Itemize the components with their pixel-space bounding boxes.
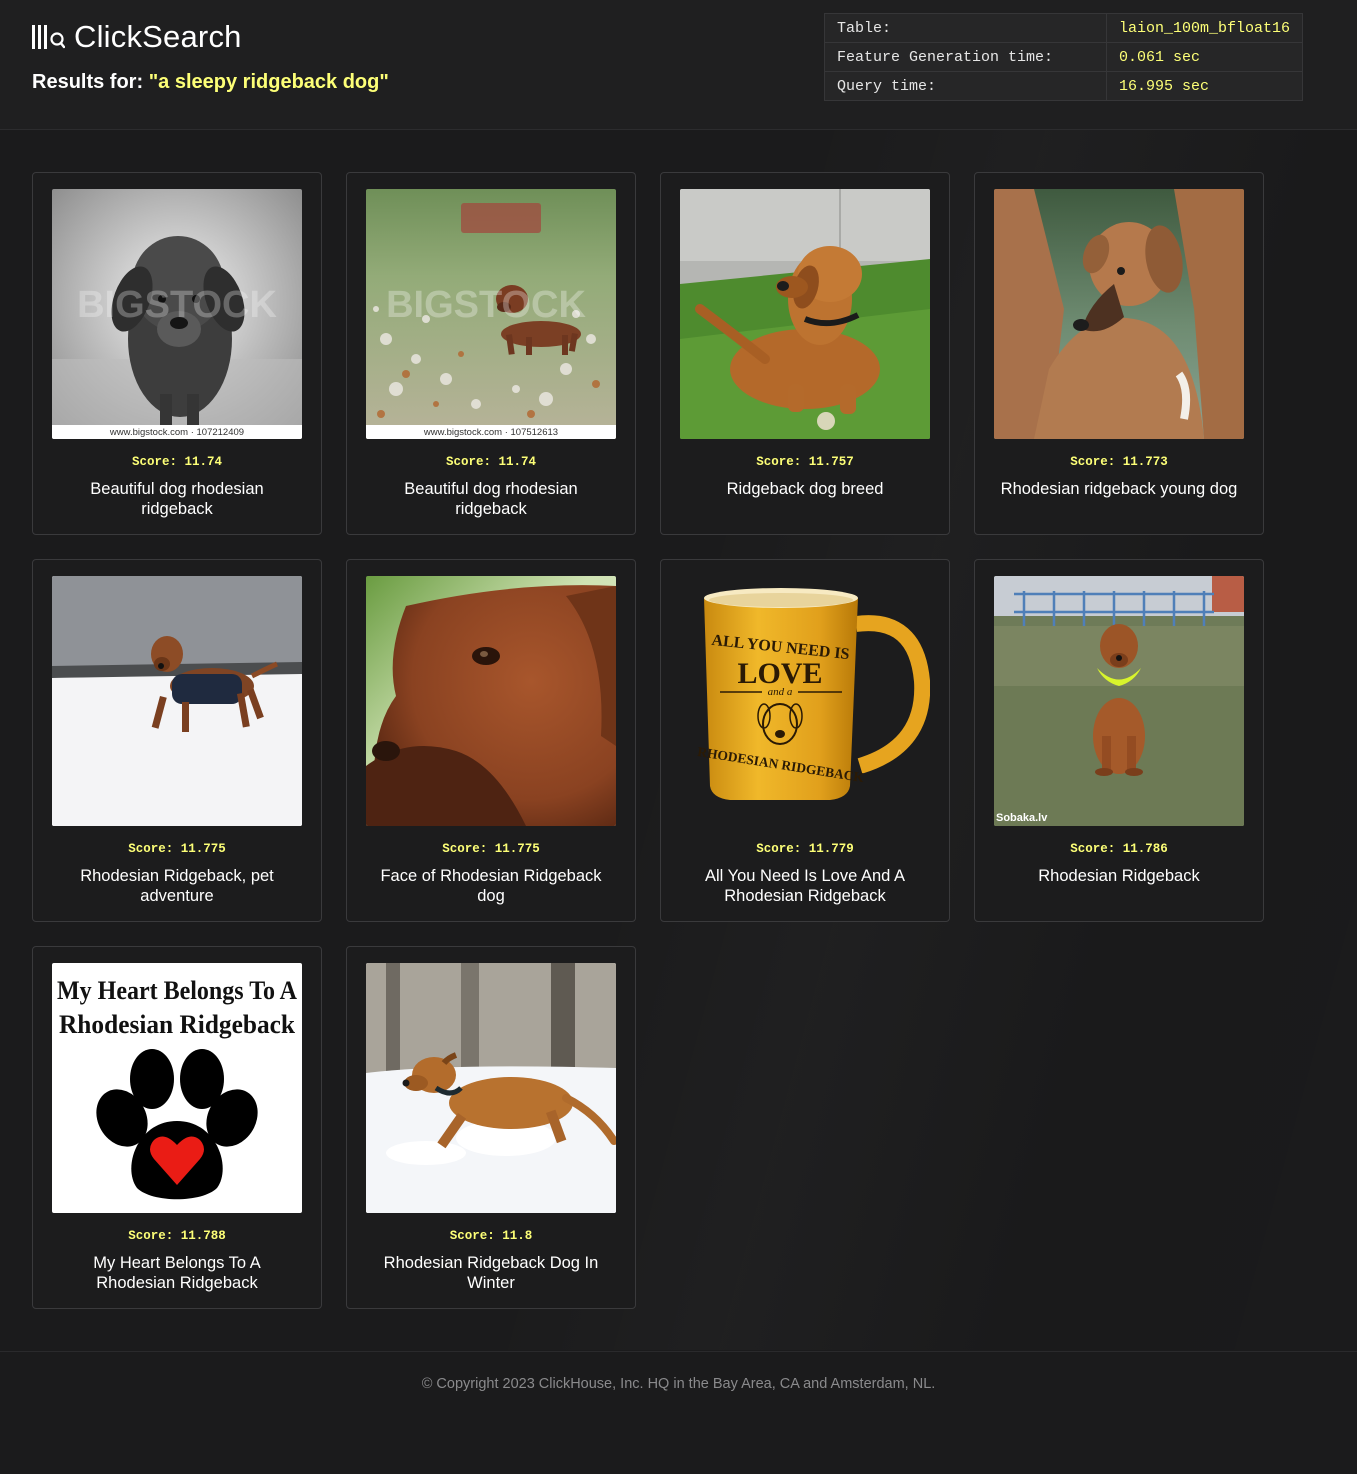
result-caption[interactable]: Beautiful dog rhodesian ridgeback: [55, 479, 299, 519]
result-card[interactable]: ALL YOU NEED IS LOVE and a RHODESIAN RID…: [660, 559, 950, 922]
result-image-puppy-in-field[interactable]: BIGSTOCK www.bigstock.com · 107512613: [366, 189, 616, 439]
result-image-dog-in-snow[interactable]: [52, 576, 302, 826]
result-card[interactable]: Score: 11.8 Rhodesian Ridgeback Dog In W…: [346, 946, 636, 1309]
stats-label: Query time:: [824, 71, 1107, 101]
result-score: Score: 11.786: [1070, 842, 1168, 856]
result-image-bw-puppy[interactable]: BIGSTOCK www.bigstock.com · 107212409: [52, 189, 302, 439]
stats-value: 0.061 sec: [1105, 42, 1304, 72]
result-image-paw-heart[interactable]: My Heart Belongs To A Rhodesian Ridgebac…: [52, 963, 302, 1213]
result-card[interactable]: Sobaka.lv Score: 11.786 Rhodesian Ridgeb…: [974, 559, 1264, 922]
result-image-young-dog[interactable]: [994, 189, 1244, 439]
app-logo[interactable]: ClickSearch: [31, 19, 242, 55]
result-image-dog-face-profile[interactable]: [366, 576, 616, 826]
result-score: Score: 11.788: [128, 1229, 226, 1243]
result-caption[interactable]: Face of Rhodesian Ridgeback dog: [369, 866, 613, 906]
results-prefix: Results for:: [32, 71, 144, 93]
result-score: Score: 11.74: [445, 455, 536, 469]
results-grid: BIGSTOCK www.bigstock.com · 107212409 Sc…: [32, 172, 1264, 1309]
result-caption[interactable]: All You Need Is Love And A Rhodesian Rid…: [683, 866, 927, 906]
result-score: Score: 11.757: [756, 455, 854, 469]
graphic-text-line2: Rhodesian Ridgeback: [59, 1010, 296, 1039]
result-caption[interactable]: Rhodesian Ridgeback: [997, 866, 1241, 886]
watermark-text: www.bigstock.com · 107512613: [423, 427, 558, 438]
result-caption[interactable]: Rhodesian ridgeback young dog: [997, 479, 1241, 499]
stats-label: Table:: [824, 13, 1107, 43]
result-image-dog-sitting-park[interactable]: Sobaka.lv: [994, 576, 1244, 826]
watermark-logo: BIGSTOCK: [386, 284, 586, 326]
result-image-yellow-mug[interactable]: ALL YOU NEED IS LOVE and a RHODESIAN RID…: [680, 576, 930, 826]
result-caption[interactable]: Beautiful dog rhodesian ridgeback: [369, 479, 613, 519]
result-card[interactable]: Score: 11.757 Ridgeback dog breed: [660, 172, 950, 535]
footer: © Copyright 2023 ClickHouse, Inc. HQ in …: [0, 1376, 1357, 1392]
result-card[interactable]: Score: 11.773 Rhodesian ridgeback young …: [974, 172, 1264, 535]
clickhouse-bars-search-icon: [31, 23, 65, 51]
stats-table: Table: laion_100m_bfloat16 Feature Gener…: [824, 13, 1304, 101]
result-card[interactable]: Score: 11.775 Rhodesian Ridgeback, pet a…: [32, 559, 322, 922]
result-card[interactable]: My Heart Belongs To A Rhodesian Ridgebac…: [32, 946, 322, 1309]
result-caption[interactable]: Ridgeback dog breed: [683, 479, 927, 499]
result-score: Score: 11.775: [442, 842, 540, 856]
result-image-dog-lying-grass[interactable]: [680, 189, 930, 439]
app-name: ClickSearch: [74, 19, 242, 54]
stats-row: Table: laion_100m_bfloat16: [824, 13, 1304, 43]
mug-text-line3: and a: [768, 686, 793, 698]
footer-divider: [0, 1351, 1357, 1352]
page-header: ClickSearch Results for: "a sleepy ridge…: [0, 0, 1357, 130]
watermark-text: www.bigstock.com · 107212409: [109, 427, 244, 438]
watermark-text: Sobaka.lv: [996, 812, 1048, 824]
stats-value: laion_100m_bfloat16: [1105, 13, 1304, 43]
result-score: Score: 11.779: [756, 842, 854, 856]
result-card[interactable]: BIGSTOCK www.bigstock.com · 107512613 Sc…: [346, 172, 636, 535]
graphic-text-line1: My Heart Belongs To A: [57, 976, 297, 1005]
stats-value: 16.995 sec: [1105, 71, 1304, 101]
stats-label: Feature Generation time:: [824, 42, 1107, 72]
result-caption[interactable]: My Heart Belongs To A Rhodesian Ridgebac…: [55, 1253, 299, 1293]
results-query: "a sleepy ridgeback dog": [148, 71, 389, 93]
stats-row: Query time: 16.995 sec: [824, 71, 1304, 101]
result-card[interactable]: Score: 11.775 Face of Rhodesian Ridgebac…: [346, 559, 636, 922]
result-score: Score: 11.8: [449, 1229, 533, 1243]
result-score: Score: 11.775: [128, 842, 226, 856]
result-caption[interactable]: Rhodesian Ridgeback Dog In Winter: [369, 1253, 613, 1293]
results-heading: Results for: "a sleepy ridgeback dog": [32, 71, 389, 94]
stats-row: Feature Generation time: 0.061 sec: [824, 42, 1304, 72]
watermark-logo: BIGSTOCK: [77, 284, 277, 326]
result-score: Score: 11.773: [1070, 455, 1168, 469]
result-caption[interactable]: Rhodesian Ridgeback, pet adventure: [55, 866, 299, 906]
result-score: Score: 11.74: [131, 455, 222, 469]
result-card[interactable]: BIGSTOCK www.bigstock.com · 107212409 Sc…: [32, 172, 322, 535]
copyright-text: © Copyright 2023 ClickHouse, Inc. HQ in …: [421, 1376, 936, 1392]
result-image-dog-running-snow[interactable]: [366, 963, 616, 1213]
